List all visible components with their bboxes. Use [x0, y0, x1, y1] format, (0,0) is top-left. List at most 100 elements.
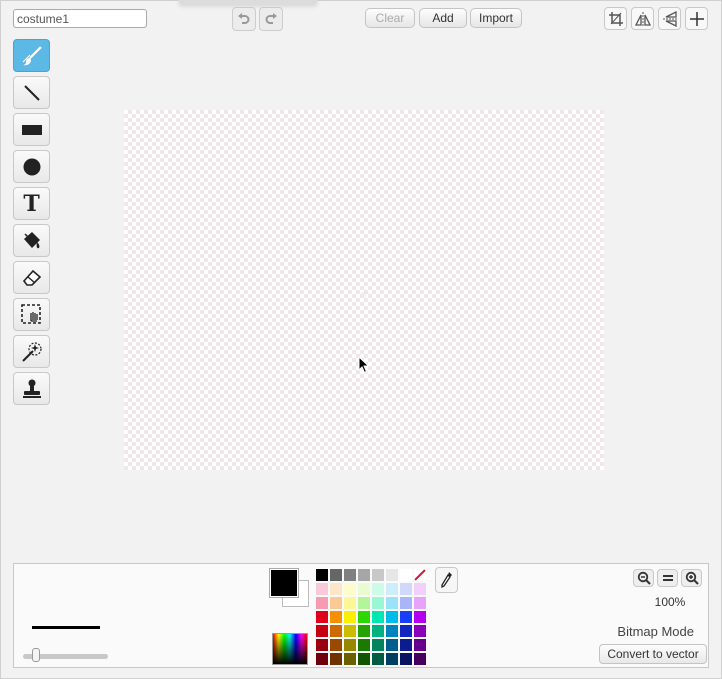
- palette-swatch[interactable]: [386, 653, 398, 665]
- palette-swatch[interactable]: [414, 611, 426, 623]
- rectangle-tool[interactable]: [13, 113, 50, 146]
- palette-swatch[interactable]: [316, 653, 328, 665]
- palette-swatch[interactable]: [372, 583, 384, 595]
- palette-swatch[interactable]: [386, 597, 398, 609]
- color-spectrum-picker[interactable]: [272, 633, 308, 665]
- eraser-tool[interactable]: [13, 261, 50, 294]
- palette-swatch[interactable]: [372, 569, 384, 581]
- costume-name-input[interactable]: [13, 9, 147, 28]
- palette-swatch[interactable]: [400, 597, 412, 609]
- palette-swatch[interactable]: [316, 569, 328, 581]
- palette-swatch[interactable]: [330, 597, 342, 609]
- palette-swatch[interactable]: [344, 583, 356, 595]
- palette-swatch[interactable]: [344, 611, 356, 623]
- convert-to-vector-button[interactable]: Convert to vector: [599, 644, 707, 664]
- line-tool[interactable]: [13, 76, 50, 109]
- palette-swatch[interactable]: [372, 597, 384, 609]
- import-button[interactable]: Import: [470, 8, 522, 28]
- palette-swatch[interactable]: [358, 583, 370, 595]
- palette-swatch[interactable]: [358, 653, 370, 665]
- palette-swatch[interactable]: [400, 625, 412, 637]
- magic-select-tool[interactable]: [13, 335, 50, 368]
- palette-swatch[interactable]: [386, 583, 398, 595]
- undo-icon: [238, 13, 250, 24]
- flip-vertical-button[interactable]: [658, 7, 681, 30]
- crop-icon: [608, 11, 623, 26]
- palette-swatch[interactable]: [316, 597, 328, 609]
- select-tool[interactable]: [13, 298, 50, 331]
- palette-swatch[interactable]: [414, 583, 426, 595]
- palette-swatch[interactable]: [400, 653, 412, 665]
- palette-swatch[interactable]: [372, 611, 384, 623]
- palette-swatch[interactable]: [330, 583, 342, 595]
- palette-swatch[interactable]: [358, 597, 370, 609]
- brush-tool[interactable]: [13, 39, 50, 72]
- zoom-out-button[interactable]: [633, 569, 654, 587]
- flip-horizontal-button[interactable]: [631, 7, 654, 30]
- palette-swatch[interactable]: [372, 653, 384, 665]
- tab-shadow: [178, 0, 318, 4]
- palette-swatch[interactable]: [344, 569, 356, 581]
- palette-swatch[interactable]: [414, 639, 426, 651]
- brush-size-slider-knob[interactable]: [32, 648, 41, 662]
- palette-swatch[interactable]: [358, 639, 370, 651]
- zoom-reset-button[interactable]: [657, 569, 678, 587]
- paint-bucket-icon: [23, 231, 40, 248]
- fill-tool[interactable]: [13, 224, 50, 257]
- eyedropper-button[interactable]: [435, 567, 458, 593]
- magic-wand-icon: [21, 341, 42, 362]
- palette-swatch[interactable]: [330, 569, 342, 581]
- palette-swatch[interactable]: [372, 625, 384, 637]
- editor-mode-label: Bitmap Mode: [617, 624, 694, 639]
- stamp-tool[interactable]: [13, 372, 50, 405]
- ellipse-icon: [23, 158, 40, 175]
- rectangle-icon: [21, 124, 42, 135]
- equals-icon: [662, 575, 673, 581]
- palette-swatch[interactable]: [316, 625, 328, 637]
- select-icon: [20, 303, 41, 324]
- eraser-icon: [22, 269, 41, 286]
- palette-swatch[interactable]: [316, 583, 328, 595]
- palette-swatch[interactable]: [358, 625, 370, 637]
- palette-swatch[interactable]: [344, 639, 356, 651]
- palette-swatch[interactable]: [400, 583, 412, 595]
- ellipse-tool[interactable]: [13, 150, 50, 183]
- flip-horizontal-icon: [634, 11, 651, 26]
- add-button[interactable]: Add: [419, 8, 467, 28]
- palette-swatch[interactable]: [330, 611, 342, 623]
- palette-swatch[interactable]: [358, 611, 370, 623]
- palette-swatch[interactable]: [386, 611, 398, 623]
- palette-swatch[interactable]: [344, 597, 356, 609]
- palette-swatch[interactable]: [386, 625, 398, 637]
- palette-swatch[interactable]: [316, 611, 328, 623]
- eyedropper-icon: [440, 572, 452, 589]
- palette-swatch[interactable]: [400, 569, 412, 581]
- palette-swatch[interactable]: [414, 653, 426, 665]
- palette-swatch[interactable]: [386, 569, 398, 581]
- palette-swatch[interactable]: [344, 653, 356, 665]
- palette-swatch[interactable]: [330, 625, 342, 637]
- palette-swatch[interactable]: [358, 569, 370, 581]
- palette-swatch[interactable]: [400, 611, 412, 623]
- text-tool[interactable]: T: [13, 187, 50, 220]
- palette-swatch[interactable]: [316, 639, 328, 651]
- palette-swatch[interactable]: [414, 625, 426, 637]
- palette-swatch[interactable]: [386, 639, 398, 651]
- no-color-swatch[interactable]: [414, 569, 426, 581]
- crop-button[interactable]: [604, 7, 627, 30]
- undo-button[interactable]: [232, 7, 256, 31]
- palette-swatch[interactable]: [330, 653, 342, 665]
- stamp-icon: [22, 379, 41, 398]
- palette-swatch[interactable]: [344, 625, 356, 637]
- primary-color-swatch[interactable]: [269, 568, 299, 598]
- palette-swatch[interactable]: [414, 597, 426, 609]
- clear-button[interactable]: Clear: [365, 8, 415, 28]
- palette-swatch[interactable]: [330, 639, 342, 651]
- zoom-in-icon: [685, 571, 699, 585]
- redo-button[interactable]: [259, 7, 283, 31]
- set-center-button[interactable]: [685, 7, 708, 30]
- brush-icon: [22, 45, 42, 65]
- palette-swatch[interactable]: [400, 639, 412, 651]
- zoom-in-button[interactable]: [681, 569, 702, 587]
- palette-swatch[interactable]: [372, 639, 384, 651]
